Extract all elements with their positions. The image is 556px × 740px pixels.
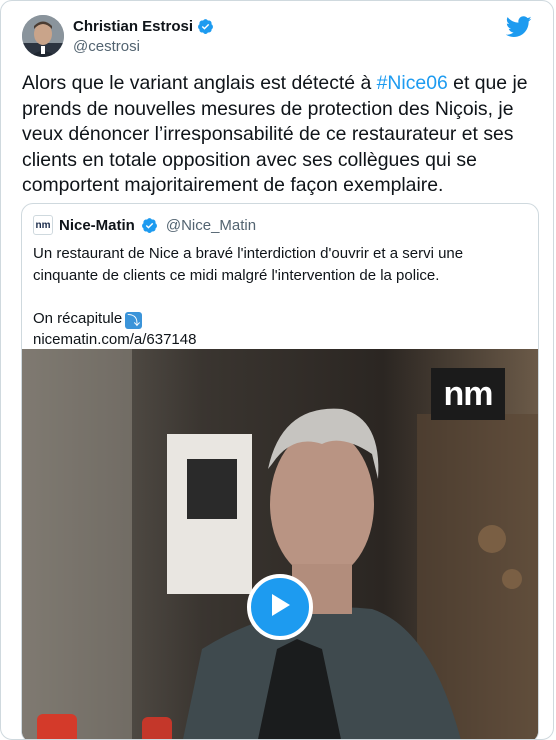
quoted-tweet-text: Un restaurant de Nice a bravé l'interdic… (33, 245, 464, 284)
play-button[interactable] (247, 574, 313, 640)
quoted-author-avatar[interactable]: nm (33, 215, 53, 235)
quoted-author-display-name[interactable]: Nice-Matin (59, 217, 135, 234)
arrow-down-right-emoji-icon: ⤵ (125, 311, 143, 329)
hashtag-link[interactable]: #Nice06 (377, 72, 448, 94)
recap-line: On récapitule ⤵ (33, 308, 528, 330)
play-icon (268, 592, 292, 623)
author-handle[interactable]: @cestrosi (73, 38, 214, 55)
nice-matin-watermark: nm (431, 368, 505, 420)
tweet-text-before: Alors que le variant anglais est détecté… (22, 72, 377, 94)
twitter-bird-icon[interactable] (505, 16, 532, 38)
verified-badge-icon (141, 217, 158, 234)
verified-badge-icon (197, 18, 214, 35)
recap-label: On récapitule (33, 309, 123, 327)
quoted-tweet-header: nm Nice-Matin @Nice_Matin (33, 215, 256, 235)
author-name-block: Christian Estrosi @cestrosi (73, 18, 214, 55)
quoted-tweet[interactable]: nm Nice-Matin @Nice_Matin Un restaurant … (21, 203, 539, 739)
quoted-author-handle[interactable]: @Nice_Matin (166, 217, 256, 234)
tweet-card: Christian Estrosi @cestrosi Alors que le… (0, 0, 554, 740)
article-link[interactable]: nicematin.com/a/637148 (33, 331, 196, 348)
video-thumbnail[interactable]: nm (22, 349, 538, 739)
tweet-text: Alors que le variant anglais est détecté… (22, 71, 537, 199)
quoted-tweet-body: Un restaurant de Nice a bravé l'interdic… (33, 243, 528, 351)
author-avatar[interactable] (22, 15, 64, 57)
author-display-name[interactable]: Christian Estrosi (73, 18, 193, 35)
